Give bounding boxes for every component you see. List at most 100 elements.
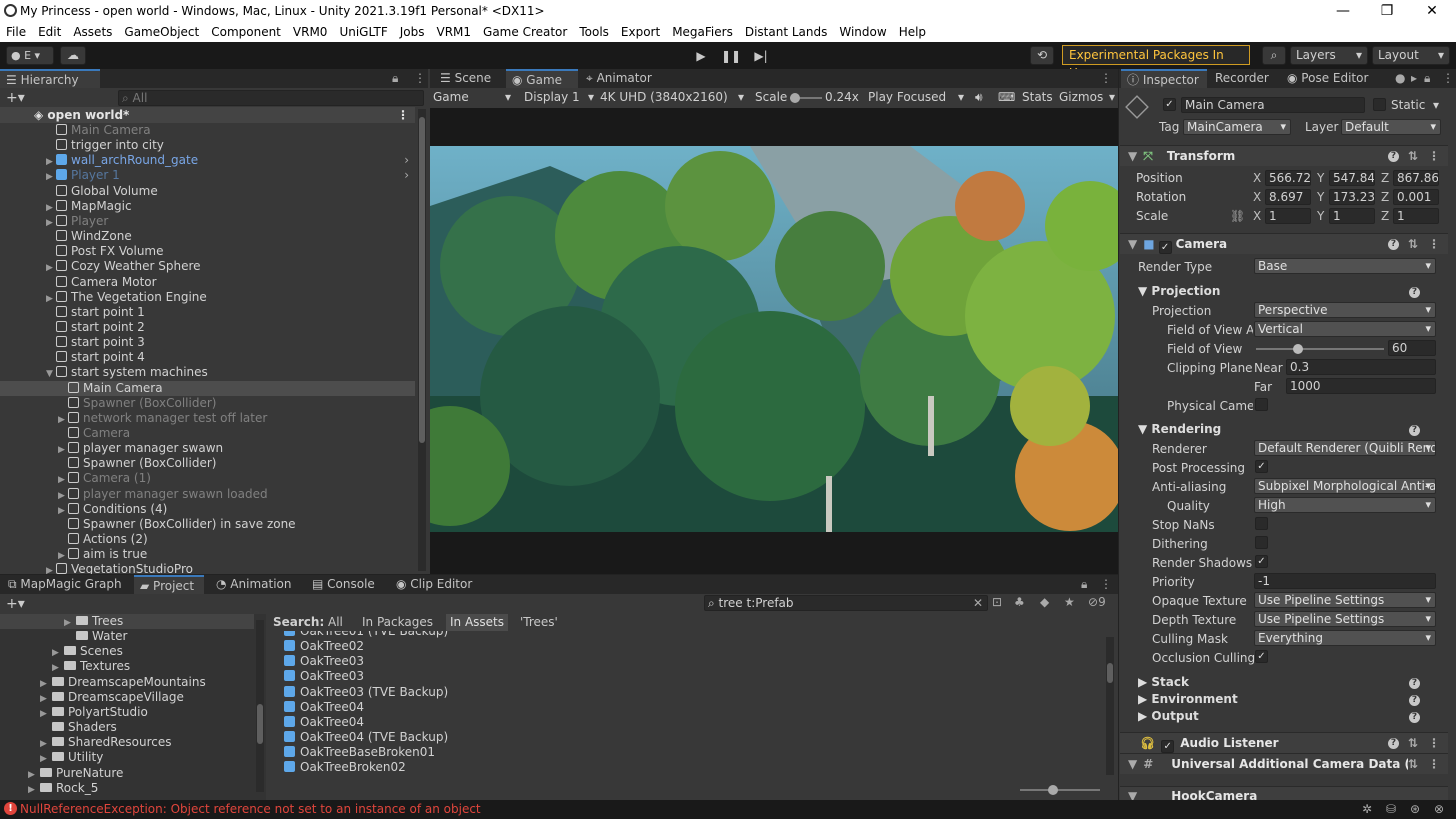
asset-result-item[interactable]: OakTree03 (TVE Backup) (284, 685, 448, 700)
dithering-checkbox[interactable] (1255, 536, 1268, 549)
folder-item[interactable]: ▶ Trees (64, 614, 123, 629)
render-shadows-checkbox[interactable]: ✓ (1255, 555, 1268, 568)
pos-x-field[interactable]: 566.720 (1265, 170, 1311, 186)
hidden-packages-icon[interactable]: ⊘9 (1088, 595, 1106, 609)
menu-vrm0[interactable]: VRM0 (293, 25, 328, 39)
experimental-packages-button[interactable]: Experimental Packages In Use ▾ (1062, 45, 1250, 80)
preset-icon[interactable]: ⇅ (1408, 234, 1418, 255)
tab-scene[interactable]: ☰ Scene (434, 69, 504, 88)
hierarchy-item[interactable]: ▶ player manager swawn loaded (0, 487, 415, 502)
results-scrollbar[interactable] (1106, 637, 1114, 775)
hierarchy-item[interactable]: Spawner (BoxCollider) (0, 456, 415, 471)
help-icon[interactable]: ? (1388, 239, 1399, 250)
hierarchy-item[interactable]: ▶ MapMagic (0, 199, 415, 214)
folder-item[interactable]: ▶ Rock_5 (28, 781, 98, 796)
asset-result-item[interactable]: OakTree04 (TVE Backup) (284, 730, 448, 745)
scene-header[interactable]: ◈ open world* ⋮ (0, 107, 415, 123)
culling-mask-dropdown[interactable]: Everything (1254, 630, 1436, 646)
lock-icon[interactable]: 🔒︎ (392, 71, 398, 86)
layers-dropdown[interactable]: Layers ▾ (1290, 46, 1368, 65)
scale-slider[interactable] (790, 93, 822, 103)
occlusion-culling-checkbox[interactable]: ✓ (1255, 650, 1268, 663)
asset-result-item[interactable]: OakTree03 (284, 669, 364, 684)
folder-tree-scrollbar[interactable] (256, 620, 264, 792)
tab-mapmagic-graph[interactable]: ⧉ MapMagic Graph (2, 575, 132, 594)
folder-item[interactable]: ▶ SharedResources (40, 735, 172, 750)
depth-texture-dropdown[interactable]: Use Pipeline Settings (1254, 611, 1436, 627)
help-icon[interactable]: ? (1409, 425, 1420, 436)
folder-item[interactable]: ▶ DreamscapeVillage (40, 690, 184, 705)
camera-enabled-checkbox[interactable]: ✓ (1158, 241, 1172, 254)
hierarchy-item[interactable]: ▶ Player (0, 214, 415, 229)
account-button[interactable]: ● E ▾ (6, 46, 54, 65)
create-icon[interactable]: +▾ (6, 596, 25, 612)
scl-y-field[interactable]: 1 (1329, 208, 1375, 224)
menu-component[interactable]: Component (211, 25, 281, 39)
minimize-button[interactable]: — (1320, 0, 1366, 22)
tab-inspector[interactable]: ⓘ Inspector (1121, 69, 1207, 88)
filter-in-assets[interactable]: In Assets (446, 614, 509, 631)
scale-slider-thumb[interactable] (790, 93, 800, 103)
clear-search-icon[interactable]: ✕ (973, 596, 983, 610)
rot-z-field[interactable]: 0.001 (1393, 189, 1439, 205)
auto-generate-icon[interactable]: ⊗ (1434, 802, 1444, 816)
open-prefab-icon[interactable]: › (404, 153, 409, 168)
search-icon[interactable]: ⌕ (1262, 46, 1286, 65)
hierarchy-item[interactable]: ▶ Cozy Weather Sphere (0, 259, 415, 274)
folder-item[interactable]: ▶ PolyartStudio (40, 705, 148, 720)
preset-icon[interactable]: ⇅ (1408, 146, 1418, 167)
menu-megafiers[interactable]: MegaFiers (672, 25, 733, 39)
filter-in-packages[interactable]: In Packages (362, 614, 433, 631)
stop-nans-checkbox[interactable] (1255, 517, 1268, 530)
hierarchy-item[interactable]: ▶ aim is true (0, 547, 415, 562)
tab-animator[interactable]: ⌖ Animator (580, 69, 670, 88)
audio-enabled-checkbox[interactable]: ✓ (1161, 740, 1175, 753)
render-type-dropdown[interactable]: Base (1254, 258, 1436, 274)
bottom-menu-icon[interactable]: ⋮ (1100, 577, 1112, 591)
object-name-field[interactable]: Main Camera (1181, 97, 1365, 113)
hierarchy-item[interactable]: start point 2 (0, 320, 415, 335)
favorite-star-icon[interactable]: ★ (1064, 595, 1075, 609)
play-focused-dropdown[interactable]: Play Focused ▾ (868, 90, 964, 104)
cache-server-icon[interactable]: ⛁ (1386, 802, 1396, 816)
audio-listener-header[interactable]: 🎧︎ ✓ Audio Listener ? ⇅ ⋮ (1120, 732, 1448, 753)
hierarchy-item[interactable]: Spawner (BoxCollider) (0, 396, 415, 411)
static-dropdown-icon[interactable]: ▾ (1433, 98, 1439, 112)
physical-camera-checkbox[interactable] (1255, 398, 1268, 411)
asset-result-item[interactable]: OakTreeBaseBroken01 (284, 745, 435, 760)
pos-z-field[interactable]: 867.861 (1393, 170, 1439, 186)
post-processing-checkbox[interactable]: ✓ (1255, 460, 1268, 473)
menu-jobs[interactable]: Jobs (400, 25, 425, 39)
menu-unigltf[interactable]: UniGLTF (339, 25, 387, 39)
hierarchy-item[interactable]: start point 4 (0, 350, 415, 365)
anti-aliasing-dropdown[interactable]: Subpixel Morphological Anti-a (1254, 478, 1436, 494)
game-mode-dropdown[interactable]: Game ▾ (433, 90, 513, 104)
label-icon[interactable]: ◆ (1040, 595, 1049, 609)
hierarchy-item[interactable]: ▶ The Vegetation Engine (0, 290, 415, 305)
hierarchy-item[interactable]: Camera (0, 426, 415, 441)
open-prefab-icon[interactable]: › (404, 168, 409, 183)
dot-icon[interactable]: ● (1395, 71, 1405, 85)
tab-hierarchy[interactable]: ☰ Hierarchy (0, 69, 100, 88)
menu-game-creator[interactable]: Game Creator (483, 25, 567, 39)
hierarchy-item[interactable]: ▶ network manager test off later (0, 411, 415, 426)
help-icon[interactable]: ? (1409, 678, 1420, 689)
active-checkbox[interactable]: ✓ (1163, 98, 1176, 111)
menu-file[interactable]: File (6, 25, 26, 39)
folder-item[interactable]: ▶ Scenes (52, 644, 123, 659)
tab-animation[interactable]: ◔ Animation (210, 575, 300, 594)
scene-menu-icon[interactable]: ⋮ (397, 107, 409, 123)
hierarchy-item[interactable]: ▶ wall_archRound_gate › (0, 153, 415, 168)
folder-item[interactable]: ▶ Textures (52, 659, 130, 674)
tab-pose-editor[interactable]: ◉ Pose Editor (1281, 69, 1377, 88)
menu-edit[interactable]: Edit (38, 25, 61, 39)
more-icon[interactable]: ⋮ (414, 71, 426, 85)
gizmos-dropdown[interactable]: Gizmos ▾ (1059, 90, 1115, 104)
filter-all[interactable]: All (328, 614, 343, 631)
asset-result-item[interactable]: OakTree04 (284, 700, 364, 715)
hierarchy-scrollbar[interactable] (418, 109, 426, 571)
tab-project[interactable]: ▰ Project (134, 575, 204, 594)
hierarchy-item[interactable]: Main Camera (0, 380, 415, 396)
menu-help[interactable]: Help (899, 25, 926, 39)
scl-x-field[interactable]: 1 (1265, 208, 1311, 224)
